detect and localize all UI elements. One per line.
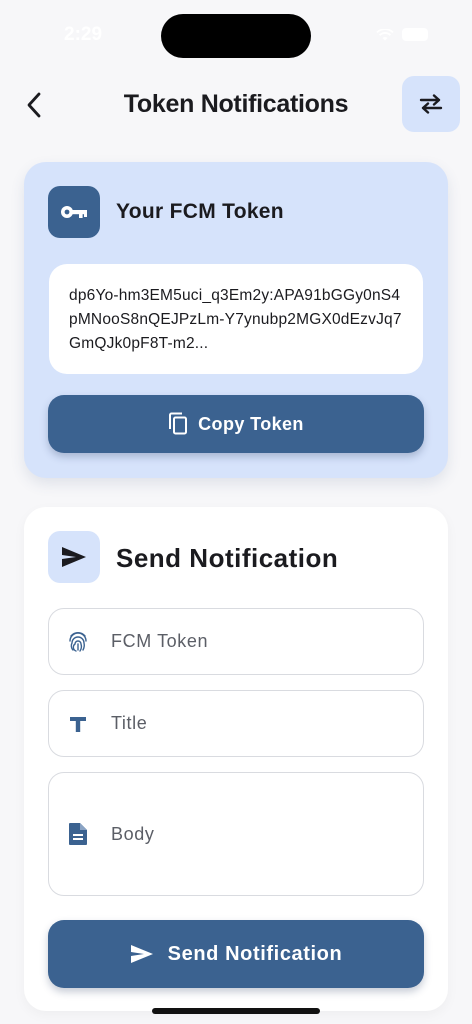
dynamic-island [161,14,311,58]
send-notification-label: Send Notification [167,942,343,965]
body-placeholder: Body [111,823,155,844]
token-display[interactable]: dp6Yo-hm3EM5uci_q3Em2y:APA91bGGy0nS4pMNo… [49,264,423,374]
text-title-icon [65,711,91,737]
title-input[interactable]: Title [48,690,424,757]
fcm-token-input[interactable]: FCM Token [48,608,424,675]
status-time: 2:29 [64,24,103,45]
token-value: dp6Yo-hm3EM5uci_q3Em2y:APA91bGGy0nS4pMNo… [69,287,402,352]
send-notification-button[interactable]: Send Notification [48,920,424,988]
send-notification-card: Send Notification FCM Token Title Body S… [24,507,448,1011]
home-indicator [152,1008,320,1014]
battery-icon [402,28,428,41]
app-header: Token Notifications [0,70,472,140]
status-bar: 2:29 [0,0,472,70]
key-icon [61,206,87,218]
key-icon-box [48,186,100,238]
swap-arrows-icon [419,94,443,114]
fingerprint-icon [65,629,91,655]
title-placeholder: Title [111,713,148,733]
swap-button[interactable] [402,76,460,132]
send-card-title: Send Notification [116,543,339,573]
fcm-token-placeholder: FCM Token [111,631,209,651]
wifi-icon [376,28,394,40]
status-icons [376,28,428,41]
copy-token-label: Copy Token [198,413,304,434]
app-screen: 2:29 Token Notifications Your FCM Token … [0,0,472,1024]
send-icon [130,945,153,963]
token-card-title: Your FCM Token [116,200,284,223]
copy-token-button[interactable]: Copy Token [48,395,424,453]
document-icon [65,821,91,847]
send-icon-box [48,531,100,583]
body-input[interactable]: Body [48,772,424,896]
send-icon [62,547,86,567]
fcm-token-card: Your FCM Token dp6Yo-hm3EM5uci_q3Em2y:AP… [24,162,448,478]
copy-icon [169,412,188,435]
